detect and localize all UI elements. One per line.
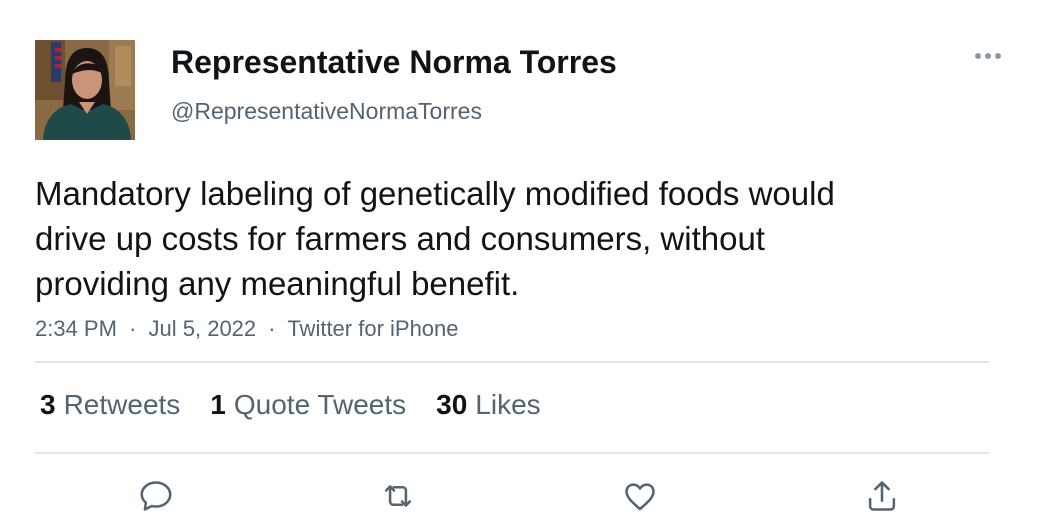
tweet-time[interactable]: 2:34 PM xyxy=(35,316,117,341)
tweet-source[interactable]: Twitter for iPhone xyxy=(287,316,458,341)
divider xyxy=(35,452,989,454)
likes-label: Likes xyxy=(475,389,541,420)
reply-icon xyxy=(140,481,172,511)
likes-stat[interactable]: 30 Likes xyxy=(436,389,541,421)
tweet-actions xyxy=(0,474,1050,518)
divider xyxy=(35,361,989,363)
meta-separator: · xyxy=(268,316,276,341)
retweets-label: Retweets xyxy=(63,389,181,420)
reply-button[interactable] xyxy=(134,474,178,518)
avatar[interactable] xyxy=(35,40,135,140)
like-icon xyxy=(625,483,655,511)
more-icon xyxy=(975,53,1001,59)
retweets-count: 3 xyxy=(40,389,56,420)
tweet-card: Representative Norma Torres @Representat… xyxy=(0,0,1050,525)
share-icon xyxy=(868,481,896,511)
more-options-button[interactable] xyxy=(970,44,1006,68)
quote-tweets-stat[interactable]: 1 Quote Tweets xyxy=(210,389,406,421)
quote-tweets-label: Quote Tweets xyxy=(233,389,407,420)
likes-count: 30 xyxy=(436,389,468,420)
tweet-text: Mandatory labeling of genetically modifi… xyxy=(35,175,835,302)
author-handle[interactable]: @RepresentativeNormaTorres xyxy=(171,98,482,125)
avatar-image xyxy=(35,40,135,140)
tweet-stats: 3 Retweets 1 Quote Tweets 30 Likes xyxy=(40,389,541,421)
author-display-name[interactable]: Representative Norma Torres xyxy=(171,44,617,81)
retweets-stat[interactable]: 3 Retweets xyxy=(40,389,180,421)
meta-separator: · xyxy=(129,316,137,341)
retweet-button[interactable] xyxy=(376,474,420,518)
retweet-icon xyxy=(384,485,412,507)
share-button[interactable] xyxy=(860,474,904,518)
tweet-meta: 2:34 PM · Jul 5, 2022 · Twitter for iPho… xyxy=(35,316,459,342)
like-button[interactable] xyxy=(618,474,662,518)
quote-tweets-count: 1 xyxy=(210,389,226,420)
tweet-date[interactable]: Jul 5, 2022 xyxy=(149,316,257,341)
